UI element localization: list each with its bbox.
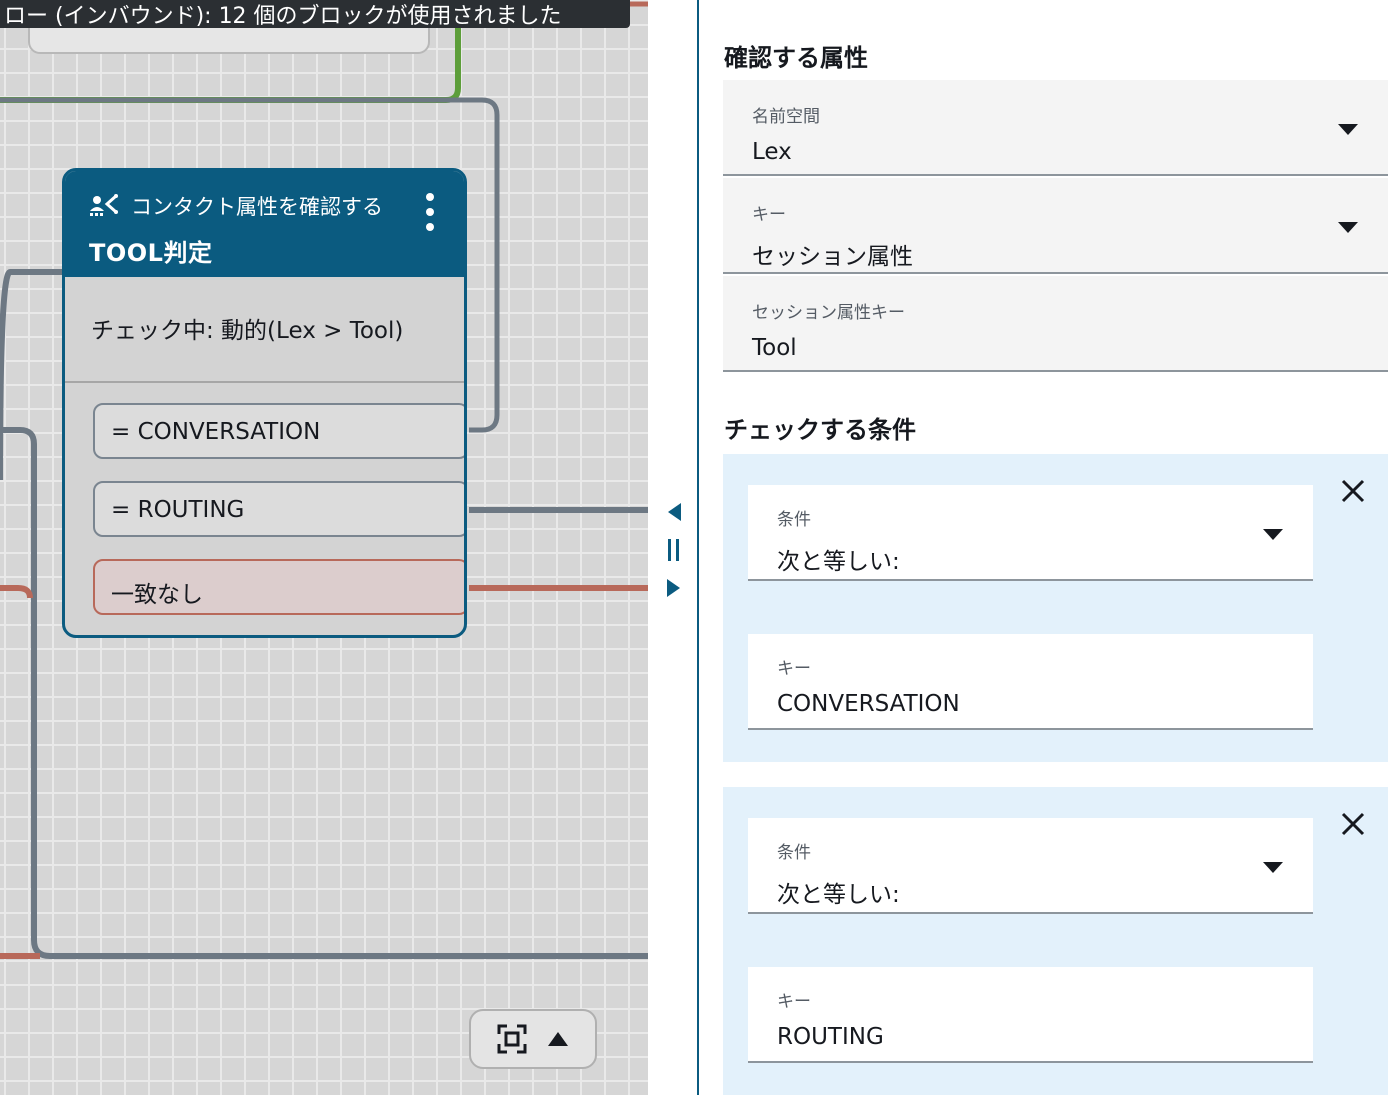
chevron-down-icon[interactable] (1338, 222, 1358, 233)
fit-to-screen-icon[interactable] (497, 1024, 527, 1054)
key-value: セッション属性 (752, 244, 913, 270)
chevron-down-icon[interactable] (1263, 862, 1283, 873)
branch-routing[interactable]: = ROUTING (93, 481, 464, 537)
attributes-section-title: 確認する属性 (724, 44, 868, 72)
chevron-down-icon[interactable] (1263, 529, 1283, 540)
condition-key-value: ROUTING (777, 1024, 884, 1050)
panel-splitter[interactable] (648, 0, 700, 1095)
connector-red-left (0, 585, 33, 599)
drag-handle-icon[interactable] (666, 538, 682, 562)
close-icon[interactable] (1340, 811, 1366, 837)
namespace-select[interactable]: 名前空間 Lex (723, 80, 1388, 176)
conditions-section-title: チェックする条件 (724, 416, 916, 444)
canvas-view-controls (469, 1009, 597, 1069)
contact-attribute-icon (90, 194, 118, 216)
close-icon[interactable] (1340, 478, 1366, 504)
session-key-value: Tool (752, 335, 797, 361)
condition-select[interactable]: 条件 次と等しい: (748, 818, 1313, 914)
block-type: コンタクト属性を確認する (89, 191, 440, 221)
namespace-label: 名前空間 (752, 107, 820, 127)
expand-right-icon[interactable] (666, 578, 682, 598)
condition-label: 条件 (777, 843, 811, 863)
condition-value: 次と等しい: (777, 549, 900, 575)
condition-label: 条件 (777, 510, 811, 530)
key-select[interactable]: キー セッション属性 (723, 178, 1388, 274)
condition-key-input[interactable]: キー CONVERSATION (748, 634, 1313, 730)
condition-select[interactable]: 条件 次と等しい: (748, 485, 1313, 581)
collapse-left-icon[interactable] (666, 502, 682, 522)
namespace-value: Lex (752, 139, 792, 165)
properties-panel: 確認する属性 名前空間 Lex キー セッション属性 セッション属性キー Too… (700, 0, 1400, 1095)
condition-value: 次と等しい: (777, 882, 900, 908)
condition-key-label: キー (777, 659, 811, 679)
branch-conversation[interactable]: = CONVERSATION (93, 403, 464, 459)
block-header: コンタクト属性を確認する TOOL判定 (65, 171, 464, 277)
check-contact-attributes-block[interactable]: コンタクト属性を確認する TOOL判定 チェック中: 動的(Lex > Tool… (62, 168, 467, 638)
key-label: キー (752, 205, 786, 225)
branch-no-match[interactable]: 一致なし (93, 559, 464, 615)
splitter-line (697, 0, 699, 1095)
splitter-controls (662, 502, 686, 598)
condition-key-value: CONVERSATION (777, 691, 960, 717)
condition-card-1: 条件 次と等しい: キー CONVERSATION (723, 454, 1388, 762)
condition-key-label: キー (777, 992, 811, 1012)
caret-up-icon[interactable] (547, 1031, 569, 1047)
checking-text: チェック中: 動的(Lex > Tool) (65, 277, 464, 383)
flow-canvas[interactable]: ロー (インバウンド): 12 個のブロックが使用されました コンタクト属性を確… (0, 0, 648, 1095)
session-key-label: セッション属性キー (752, 303, 905, 323)
block-type-label: コンタクト属性を確認する (131, 195, 383, 219)
condition-key-input[interactable]: キー ROUTING (748, 967, 1313, 1063)
kebab-menu-icon[interactable] (424, 193, 436, 231)
session-attribute-key-input[interactable]: セッション属性キー Tool (723, 276, 1388, 372)
chevron-down-icon[interactable] (1338, 124, 1358, 135)
blocks-used-tooltip: ロー (インバウンド): 12 個のブロックが使用されました (0, 0, 630, 28)
condition-card-2: 条件 次と等しい: キー ROUTING (723, 787, 1388, 1095)
block-title: TOOL判定 (89, 239, 213, 267)
